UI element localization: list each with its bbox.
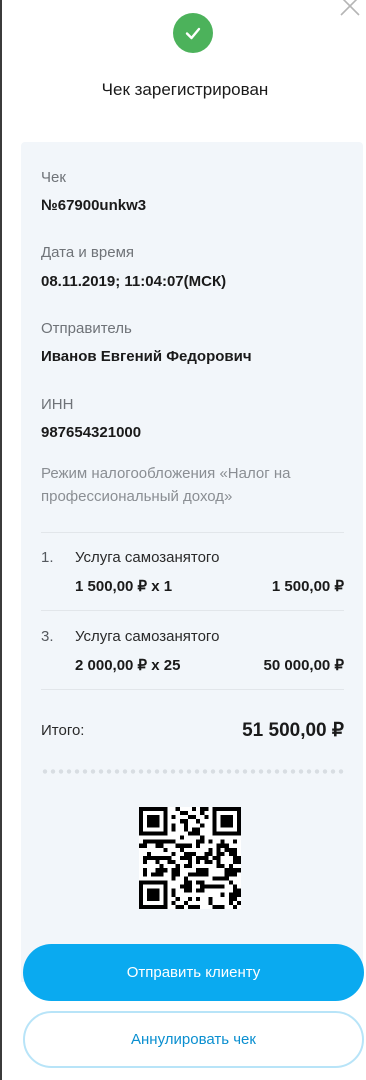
item-sum: 50 000,00 ₽ [263, 657, 344, 674]
sender-label: Отправитель [41, 320, 132, 337]
cancel-receipt-button[interactable]: Аннулировать чек [23, 1011, 364, 1068]
receipt-number-value: №67900unkw3 [41, 197, 147, 214]
close-button[interactable] [336, 0, 364, 20]
check-circle-icon [173, 13, 213, 53]
close-icon [340, 0, 360, 16]
item-number: 1. [41, 549, 54, 566]
item-name: Услуга самозанятого [75, 628, 220, 645]
dotted-separator [41, 769, 346, 774]
divider [41, 689, 344, 690]
receipt-number-label: Чек [41, 169, 66, 186]
item-name: Услуга самозанятого [75, 549, 220, 566]
datetime-value: 08.11.2019; 11:04:07(МСК) [41, 273, 227, 290]
datetime-label: Дата и время [41, 244, 135, 261]
receipt-card: Чек №67900unkw3 Дата и время 08.11.2019;… [21, 142, 363, 982]
item-sum: 1 500,00 ₽ [271, 578, 344, 595]
sender-value: Иванов Евгений Федорович [41, 348, 252, 365]
inn-value: 987654321000 [41, 424, 142, 441]
tax-regime-note: Режим налогообложения «Налог на професси… [41, 465, 291, 505]
inn-label: ИНН [41, 396, 74, 413]
send-to-client-button[interactable]: Отправить клиенту [23, 944, 364, 1001]
divider [41, 610, 344, 611]
qr-code [139, 807, 241, 909]
divider [41, 532, 344, 533]
receipt-screen: Чек зарегистрирован Чек №67900unkw3 Дата… [0, 0, 366, 1080]
total-value: 51 500,00 ₽ [242, 720, 344, 741]
item-price-qty: 1 500,00 ₽ х 1 [75, 578, 173, 595]
item-number: 3. [41, 628, 54, 645]
item-price-qty: 2 000,00 ₽ х 25 [75, 657, 181, 674]
page-title: Чек зарегистрирован [101, 80, 269, 99]
total-label: Итого: [41, 722, 85, 739]
